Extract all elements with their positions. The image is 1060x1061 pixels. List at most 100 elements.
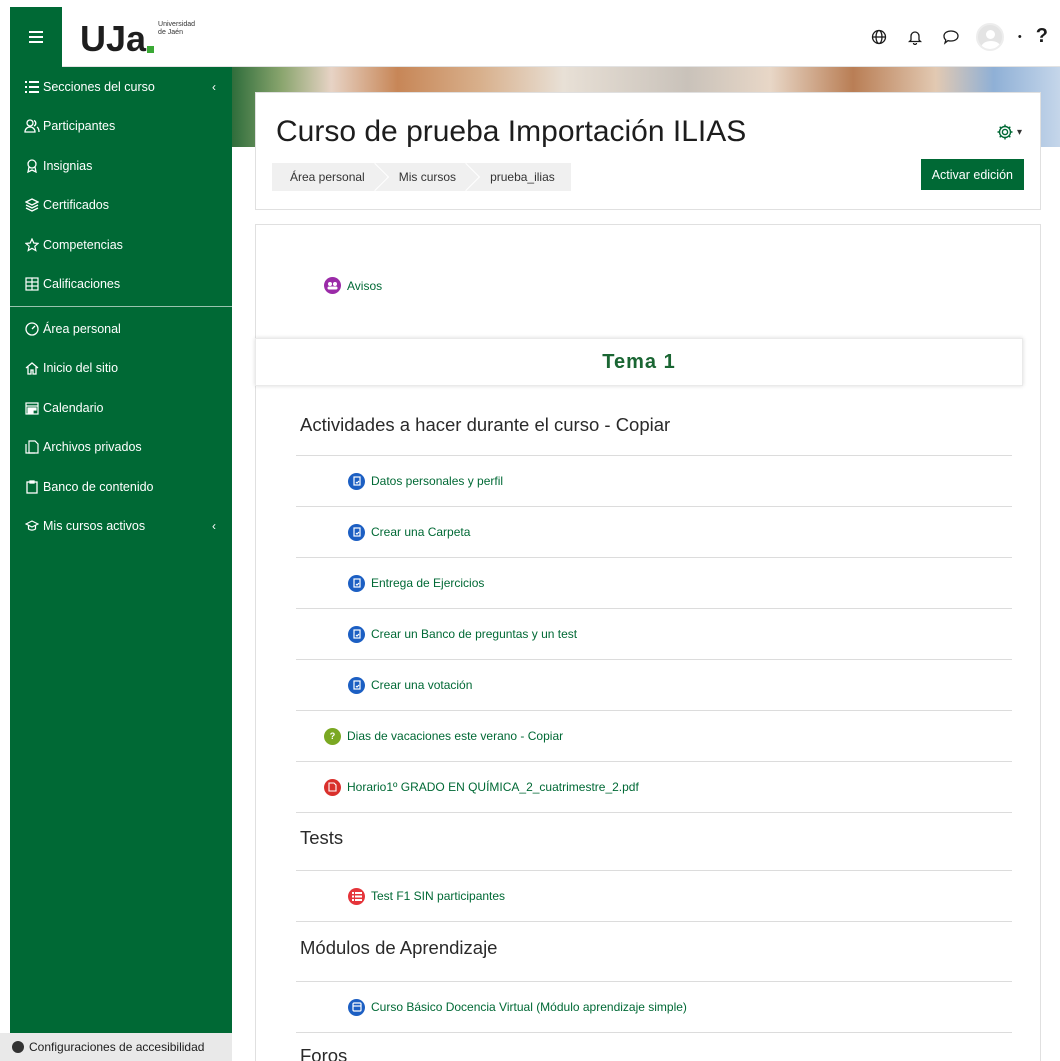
globe-icon[interactable] [868, 26, 890, 48]
activity-label: Entrega de Ejercicios [371, 576, 485, 590]
sidebar-item-participantes[interactable]: Participantes [10, 107, 232, 147]
activity-label: Horario1º GRADO EN QUÍMICA_2_cuatrimestr… [347, 780, 639, 794]
section-title: Tema 1 [602, 350, 676, 373]
activity-label: Dias de vacaciones este verano - Copiar [347, 729, 564, 743]
activity-label: Avisos [347, 278, 383, 293]
gear-icon [997, 124, 1013, 140]
sidebar: Secciones del curso ‹ Participantes Insi… [10, 67, 232, 1061]
clipboard-icon [24, 479, 40, 495]
sidebar-item-label: Archivos privados [43, 440, 142, 455]
sidebar-divider [10, 306, 232, 307]
sidebar-item-banco[interactable]: Banco de contenido [10, 467, 232, 507]
certificate-icon [24, 197, 40, 213]
breadcrumb-item[interactable]: Área personal [272, 163, 381, 191]
activity-item[interactable]: Curso Básico Docencia Virtual (Módulo ap… [296, 981, 1012, 1032]
divider [296, 921, 1012, 922]
assignment-icon [348, 574, 365, 592]
accessibility-label: Configuraciones de accesibilidad [29, 1040, 205, 1054]
sidebar-item-label: Certificados [43, 198, 109, 213]
sidebar-item-label: Inicio del sitio [43, 361, 119, 376]
activity-label: Crear una Carpeta [371, 525, 471, 539]
logo-dot [147, 45, 155, 53]
assignment-icon [348, 523, 365, 541]
activity-label: Crear un Banco de preguntas y un test [371, 627, 578, 641]
breadcrumb: Área personal Mis cursos prueba_ilias [272, 163, 571, 191]
sidebar-item-certificados[interactable]: Certificados [10, 186, 232, 226]
sidebar-item-label: Calendario [43, 400, 104, 415]
avatar[interactable] [975, 22, 1004, 51]
sidebar-item-archivos[interactable]: Archivos privados [10, 428, 232, 468]
chevron-left-icon[interactable]: ‹ [212, 80, 216, 94]
home-icon [24, 360, 40, 376]
sidebar-item-label: Banco de contenido [43, 479, 154, 494]
pdf-icon [324, 778, 341, 796]
activity-avisos[interactable]: Avisos [324, 277, 382, 294]
subsection-title: Tests [300, 827, 344, 848]
list-icon [24, 79, 40, 95]
activity-item[interactable]: Datos personales y perfil [296, 455, 1012, 506]
uja-logo[interactable]: UJa Universidad de Jaén [80, 17, 198, 57]
logo-text: UJa [80, 17, 147, 59]
activity-item[interactable]: ? Dias de vacaciones este verano - Copia… [296, 710, 1012, 761]
files-icon [24, 439, 40, 455]
activity-item[interactable]: Entrega de Ejercicios [296, 557, 1012, 608]
course-settings-menu[interactable]: ▾ [996, 123, 1022, 141]
sidebar-item-calificaciones[interactable]: Calificaciones [10, 265, 232, 305]
sidebar-item-label: Secciones del curso [43, 79, 155, 94]
sidebar-item-inicio[interactable]: Inicio del sitio [10, 349, 232, 389]
activity-item[interactable]: Test F1 SIN participantes [296, 870, 1012, 921]
course-content: Avisos Tema 1 Actividades a hacer durant… [255, 224, 1041, 1061]
accessibility-icon [12, 1041, 24, 1053]
section-header-tema-1: Tema 1 [255, 338, 1023, 386]
activity-item[interactable]: Crear una votación [296, 659, 1012, 710]
dashboard-icon [24, 321, 40, 337]
graduation-icon [24, 518, 40, 534]
sidebar-item-label: Participantes [43, 119, 116, 134]
hamburger-icon[interactable] [10, 6, 62, 67]
chevron-down-icon[interactable]: • [1018, 31, 1022, 43]
accessibility-settings-button[interactable]: Configuraciones de accesibilidad [0, 1033, 232, 1061]
calendar-icon [24, 400, 40, 416]
users-icon [24, 118, 40, 134]
activity-label: Test F1 SIN participantes [371, 889, 506, 903]
forum-icon [324, 277, 341, 294]
badge-icon [24, 158, 40, 174]
assignment-icon [348, 625, 365, 643]
activity-label: Datos personales y perfil [371, 474, 504, 488]
activity-item[interactable]: Crear un Banco de preguntas y un test [296, 608, 1012, 659]
assignment-icon [348, 676, 365, 694]
enable-editing-button[interactable]: Activar edición [920, 159, 1024, 190]
subsection-title: Foros [300, 1045, 348, 1061]
sidebar-item-label: Insignias [43, 158, 93, 173]
sidebar-item-label: Competencias [43, 237, 123, 252]
sidebar-item-label: Área personal [43, 321, 121, 336]
activity-item[interactable]: Crear una Carpeta [296, 506, 1012, 557]
sidebar-item-label: Mis cursos activos [43, 519, 146, 534]
divider [296, 812, 1012, 813]
chevron-left-icon[interactable]: ‹ [212, 519, 216, 533]
page-title: Curso de prueba Importación ILIAS [276, 115, 747, 148]
sidebar-item-area-personal[interactable]: Área personal [10, 309, 232, 349]
activity-item[interactable]: Horario1º GRADO EN QUÍMICA_2_cuatrimestr… [296, 761, 1012, 812]
sidebar-item-competencias[interactable]: Competencias [10, 225, 232, 265]
subsection-title: Módulos de Aprendizaje [300, 937, 498, 958]
subsection-title: Actividades a hacer durante el curso - C… [300, 414, 671, 435]
question-icon: ? [324, 727, 341, 745]
top-navbar: UJa Universidad de Jaén • ? [10, 6, 1060, 67]
breadcrumb-item[interactable]: Mis cursos [381, 163, 472, 191]
sidebar-item-insignias[interactable]: Insignias [10, 146, 232, 186]
sidebar-item-mis-cursos[interactable]: Mis cursos activos ‹ [10, 507, 232, 547]
course-header: Curso de prueba Importación ILIAS ▾ Área… [255, 92, 1041, 210]
quiz-icon [348, 887, 365, 905]
breadcrumb-item[interactable]: prueba_ilias [472, 163, 571, 191]
sidebar-item-calendario[interactable]: Calendario [10, 388, 232, 428]
lesson-icon [348, 998, 365, 1016]
chat-icon[interactable] [940, 26, 962, 48]
grades-icon [24, 276, 40, 292]
assignment-icon [348, 472, 365, 490]
help-icon[interactable]: ? [1036, 25, 1048, 48]
bell-icon[interactable] [904, 26, 926, 48]
navbar-actions: • ? [868, 22, 1060, 51]
logo-subtitle: Universidad de Jaén [158, 20, 196, 36]
sidebar-item-secciones[interactable]: Secciones del curso ‹ [10, 67, 232, 107]
